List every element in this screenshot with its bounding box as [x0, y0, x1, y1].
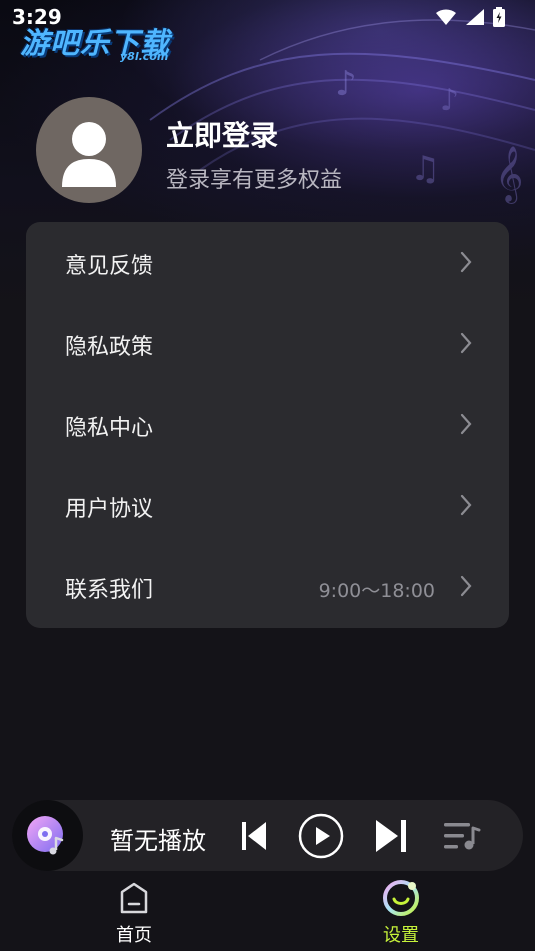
battery-icon [493, 7, 505, 27]
chevron-right-icon [460, 575, 472, 597]
play-icon[interactable] [298, 813, 344, 859]
svg-text:♫: ♫ [410, 149, 440, 189]
svg-text:♪: ♪ [335, 64, 357, 104]
menu-item-label: 意见反馈 [65, 254, 154, 279]
settings-menu-card: 意见反馈 隐私政策 隐私中心 用户协议 联系我们 9:00～18:00 [26, 222, 509, 628]
nav-label-settings: 设置 [383, 925, 419, 946]
bottom-nav: 首页 设置 [0, 872, 535, 951]
status-icons [435, 7, 505, 27]
next-icon[interactable] [374, 818, 408, 854]
wifi-icon [436, 9, 456, 25]
home-icon [120, 882, 148, 914]
menu-item-label: 隐私政策 [65, 335, 154, 360]
nav-item-settings[interactable]: 设置 [341, 872, 461, 951]
disc-icon [27, 816, 64, 855]
chevron-right-icon [460, 251, 472, 273]
album-disc[interactable] [12, 800, 83, 871]
menu-item-label: 用户协议 [65, 497, 154, 522]
menu-item-label: 联系我们 [65, 578, 154, 603]
menu-item-label: 隐私中心 [65, 416, 154, 441]
login-title[interactable]: 立即登录 [166, 114, 278, 154]
playlist-icon[interactable] [442, 820, 482, 852]
menu-item-user-agreement[interactable]: 用户协议 [26, 465, 509, 546]
now-playing-text: 暂无播放 [110, 827, 206, 855]
settings-icon [383, 880, 419, 916]
signal-icon [466, 9, 484, 25]
menu-item-privacy-policy[interactable]: 隐私政策 [26, 303, 509, 384]
login-subtitle: 登录享有更多权益 [166, 168, 343, 193]
svg-text:𝄞: 𝄞 [495, 146, 523, 204]
nav-item-home[interactable]: 首页 [74, 872, 194, 951]
watermark-url: y8l.com [120, 50, 169, 63]
contact-hours: 9:00～18:00 [318, 580, 435, 602]
menu-item-feedback[interactable]: 意见反馈 [26, 222, 509, 303]
avatar[interactable] [36, 97, 142, 203]
nav-label-home: 首页 [116, 925, 152, 946]
previous-icon[interactable] [240, 820, 268, 852]
svg-text:♪: ♪ [440, 83, 459, 118]
menu-item-privacy-center[interactable]: 隐私中心 [26, 384, 509, 465]
user-icon [62, 122, 116, 187]
menu-item-contact-us[interactable]: 联系我们 9:00～18:00 [26, 546, 509, 627]
chevron-right-icon [460, 494, 472, 516]
chevron-right-icon [460, 332, 472, 354]
mini-player[interactable]: 暂无播放 [12, 800, 523, 871]
chevron-right-icon [460, 413, 472, 435]
